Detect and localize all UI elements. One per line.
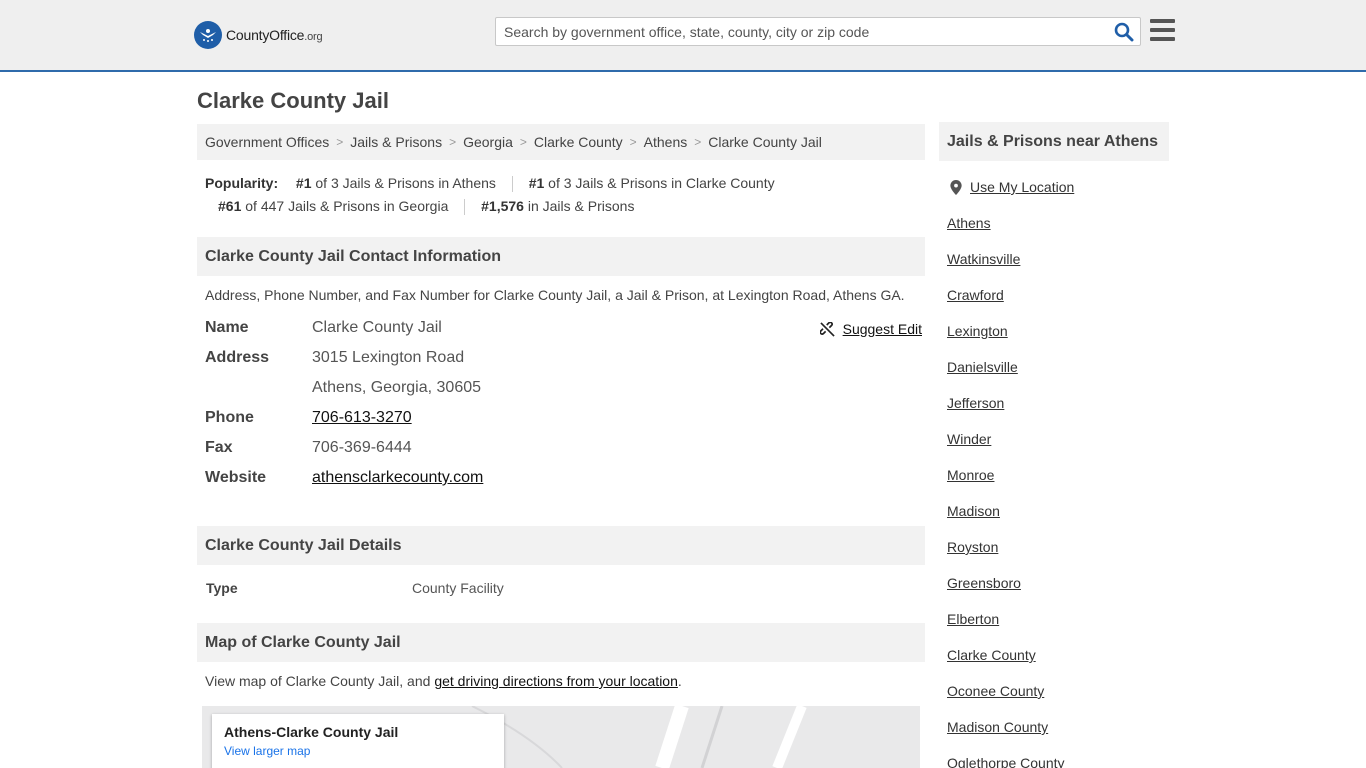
popularity-label: Popularity: xyxy=(205,175,279,191)
sidebar-link-madison-county[interactable]: Madison County xyxy=(947,719,1065,755)
site-logo[interactable]: CountyOffice.org xyxy=(194,21,323,49)
contact-row-name: Name Clarke County Jail xyxy=(205,319,442,336)
sidebar-link-watkinsville[interactable]: Watkinsville xyxy=(947,251,1065,287)
view-larger-map-link[interactable]: View larger map xyxy=(224,744,492,758)
sidebar-link-danielsville[interactable]: Danielsville xyxy=(947,359,1065,395)
map-info-card: Athens-Clarke County Jail View larger ma… xyxy=(212,714,504,768)
popularity-item: #1 of 3 Jails & Prisons in Clarke County xyxy=(528,175,775,191)
sidebar-link-royston[interactable]: Royston xyxy=(947,539,1065,575)
contact-row-website: Website athensclarkecounty.com xyxy=(205,469,484,487)
chevron-right-icon: > xyxy=(694,135,702,149)
contact-row-fax: Fax 706-369-6444 xyxy=(205,439,412,456)
contact-row-address-2: Athens, Georgia, 30605 xyxy=(205,376,481,400)
chevron-right-icon: > xyxy=(629,135,637,149)
popularity-item: #1 of 3 Jails & Prisons in Athens xyxy=(295,175,496,191)
nearby-links-list: Athens Watkinsville Crawford Lexington D… xyxy=(947,215,1065,768)
breadcrumb-item-athens[interactable]: Athens xyxy=(644,134,688,150)
popularity-item: #1,576 in Jails & Prisons xyxy=(481,198,635,214)
website-link[interactable]: athensclarkecounty.com xyxy=(312,469,483,487)
sidebar-link-crawford[interactable]: Crawford xyxy=(947,287,1065,323)
page-title: Clarke County Jail xyxy=(197,88,389,113)
logo-text: CountyOffice.org xyxy=(226,27,323,43)
site-header: CountyOffice.org xyxy=(0,0,1366,72)
breadcrumb-item-government-offices[interactable]: Government Offices xyxy=(205,134,329,150)
contact-section-heading: Clarke County Jail Contact Information xyxy=(197,237,925,276)
map-card-title: Athens-Clarke County Jail xyxy=(224,724,399,740)
map-description: View map of Clarke County Jail, and get … xyxy=(205,673,682,689)
contact-description: Address, Phone Number, and Fax Number fo… xyxy=(205,287,905,303)
sidebar-link-clarke-county[interactable]: Clarke County xyxy=(947,647,1065,683)
details-section-heading: Clarke County Jail Details xyxy=(197,526,925,565)
address-line2: Athens, Georgia, 30605 xyxy=(312,379,482,396)
search-bar xyxy=(495,17,1141,46)
hamburger-menu-icon[interactable] xyxy=(1150,19,1175,41)
sidebar-link-elberton[interactable]: Elberton xyxy=(947,611,1065,647)
map-section-heading: Map of Clarke County Jail xyxy=(197,623,925,662)
popularity-item: #61 of 447 Jails & Prisons in Georgia xyxy=(218,198,449,214)
driving-directions-link[interactable]: get driving directions from your locatio… xyxy=(434,673,678,689)
sidebar-link-oconee-county[interactable]: Oconee County xyxy=(947,683,1065,719)
breadcrumb-item-georgia[interactable]: Georgia xyxy=(463,134,513,150)
map-pin-icon xyxy=(950,179,962,195)
embedded-map[interactable]: Athens-Clarke County Jail View larger ma… xyxy=(202,706,920,768)
suggest-edit-link[interactable]: Suggest Edit xyxy=(819,321,922,337)
breadcrumb-item-jails-prisons[interactable]: Jails & Prisons xyxy=(350,134,442,150)
eagle-logo-icon xyxy=(194,21,222,49)
divider xyxy=(464,199,466,216)
chevron-right-icon: > xyxy=(336,135,344,149)
sidebar-link-greensboro[interactable]: Greensboro xyxy=(947,575,1065,611)
search-icon[interactable] xyxy=(1114,22,1134,42)
sidebar-link-oglethorpe-county[interactable]: Oglethorpe County xyxy=(947,755,1065,768)
contact-row-phone: Phone 706-613-3270 xyxy=(205,409,412,427)
sidebar-link-madison[interactable]: Madison xyxy=(947,503,1065,539)
sidebar-link-winder[interactable]: Winder xyxy=(947,431,1065,467)
breadcrumb-item-current: Clarke County Jail xyxy=(708,134,822,150)
contact-row-address: Address 3015 Lexington Road xyxy=(205,349,465,366)
popularity-block: Popularity: #1 of 3 Jails & Prisons in A… xyxy=(205,172,925,218)
chevron-right-icon: > xyxy=(519,135,527,149)
breadcrumb: Government Offices > Jails & Prisons > Geo… xyxy=(197,124,925,160)
broken-link-icon xyxy=(819,321,835,337)
sidebar-heading: Jails & Prisons near Athens xyxy=(939,122,1169,161)
divider xyxy=(511,176,513,193)
use-my-location-link[interactable]: Use My Location xyxy=(950,179,1074,195)
chevron-right-icon: > xyxy=(449,135,457,149)
type-value: County Facility xyxy=(412,580,504,596)
sidebar-link-lexington[interactable]: Lexington xyxy=(947,323,1065,359)
sidebar-link-athens[interactable]: Athens xyxy=(947,215,1065,251)
search-input[interactable] xyxy=(496,18,1096,45)
sidebar-link-monroe[interactable]: Monroe xyxy=(947,467,1065,503)
sidebar-link-jefferson[interactable]: Jefferson xyxy=(947,395,1065,431)
address-line1: 3015 Lexington Road xyxy=(312,349,465,366)
name-value: Clarke County Jail xyxy=(312,319,442,336)
breadcrumb-item-clarke-county[interactable]: Clarke County xyxy=(534,134,623,150)
phone-link[interactable]: 706-613-3270 xyxy=(312,409,412,427)
details-row-type: Type County Facility xyxy=(206,580,504,596)
fax-value: 706-369-6444 xyxy=(312,439,412,456)
